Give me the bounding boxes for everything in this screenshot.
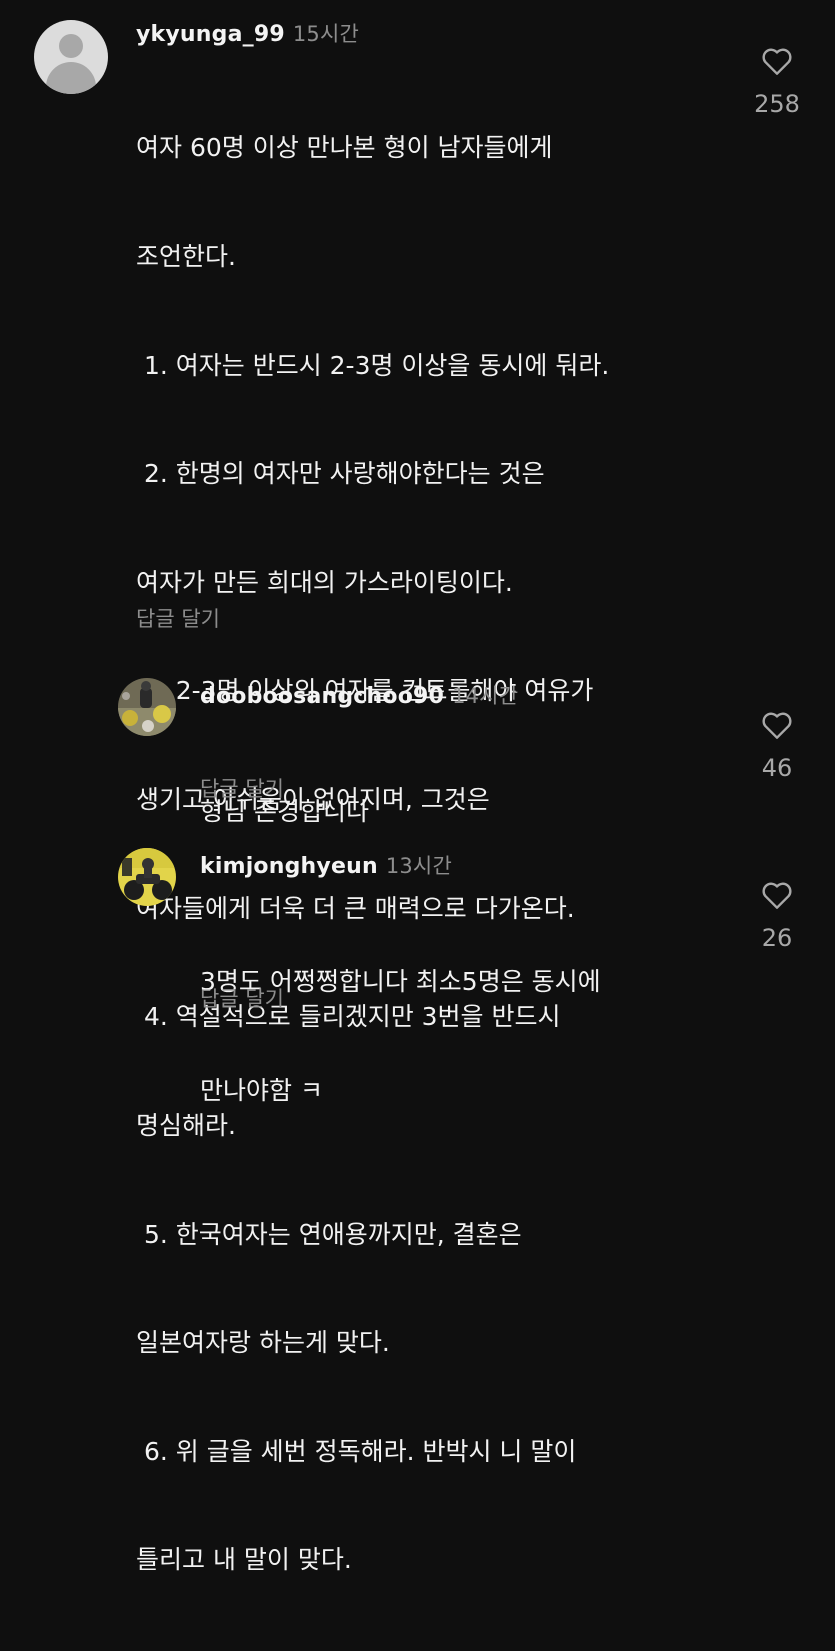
username[interactable]: ykyunga_99 — [136, 22, 285, 47]
user-avatar[interactable] — [34, 20, 108, 94]
username[interactable]: dooboosangchoo90 — [200, 684, 444, 709]
like-count: 46 — [761, 754, 793, 782]
like-button[interactable]: 46 — [742, 710, 812, 782]
reply-button[interactable]: 답글 달기 — [200, 983, 284, 1013]
reply-item: kimjonghyeun 13시간 3명도 어쩡쩡합니다 최소5명은 동시에 만나… — [0, 840, 835, 1105]
heart-outline-icon — [762, 712, 792, 739]
motorcycle-photo-icon — [118, 848, 176, 906]
like-button[interactable]: 26 — [742, 880, 812, 952]
reply-button[interactable]: 답글 달기 — [200, 773, 284, 803]
comment-item: ykyunga_99 15시간 여자 60명 이상 만나본 형이 남자들에게 조언… — [0, 0, 835, 1574]
default-avatar-icon — [59, 34, 83, 58]
comment-text: 3명도 어쩡쩡합니다 최소5명은 동시에 만나야함 ㅋ — [200, 967, 601, 1106]
reply-button[interactable]: 답글 달기 — [136, 603, 220, 633]
like-count: 26 — [761, 924, 793, 952]
comment-header: dooboosangchoo90 14시간 — [200, 680, 518, 710]
heart-outline-icon — [762, 882, 792, 909]
timestamp: 14시간 — [452, 684, 519, 708]
comment-header: kimjonghyeun 13시간 — [200, 850, 452, 880]
user-avatar[interactable] — [118, 678, 176, 736]
like-button[interactable]: 258 — [742, 46, 812, 118]
timestamp: 15시간 — [292, 22, 360, 46]
like-count: 258 — [754, 90, 800, 118]
heart-outline-icon — [762, 48, 792, 75]
reply-item: dooboosangchoo90 14시간 형님 존경합니다 답글 달기 46 — [0, 670, 835, 826]
username[interactable]: kimjonghyeun — [200, 854, 378, 879]
timestamp: 13시간 — [385, 854, 452, 878]
user-avatar[interactable] — [118, 848, 176, 906]
climbing-photo-icon — [118, 678, 176, 736]
comment-header: ykyunga_99 15시간 — [136, 18, 359, 48]
